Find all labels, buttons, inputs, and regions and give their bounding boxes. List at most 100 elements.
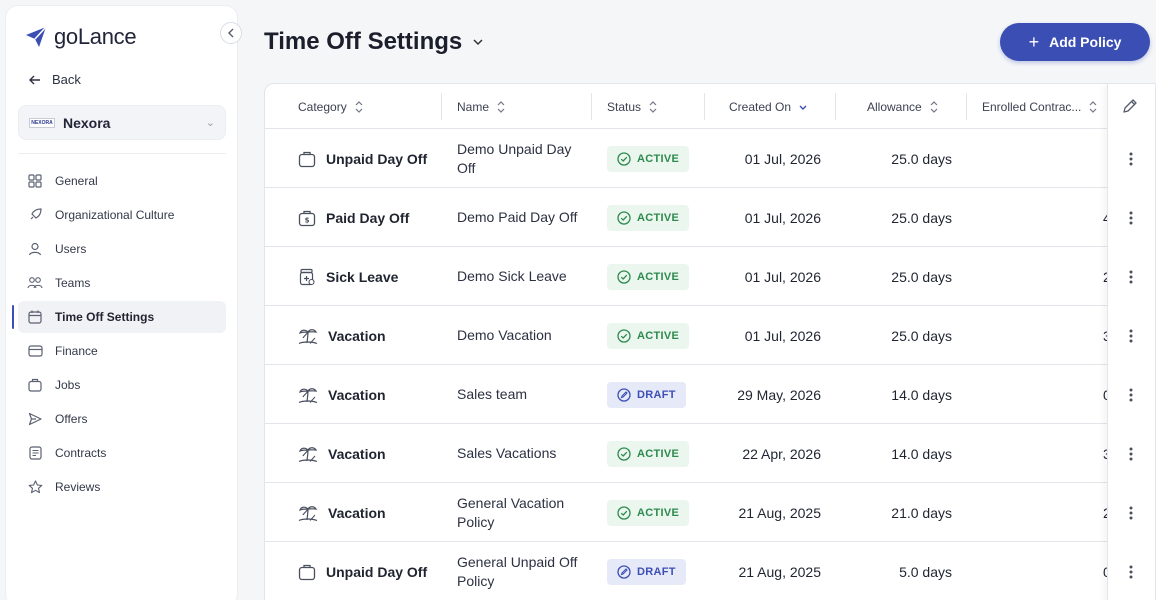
allowance-cell: 25.0 days [891, 150, 952, 167]
created-on-cell: 21 Aug, 2025 [738, 504, 821, 521]
table-header: Category Name Status Created On Allowanc… [265, 84, 1155, 129]
category-label: Unpaid Day Off [326, 563, 428, 580]
category-label: Sick Leave [326, 268, 399, 285]
table-row[interactable]: Vacation Sales team DRAFT 29 May, 2026 14.0 … [265, 365, 1155, 424]
category-cell: Vacation [298, 365, 386, 424]
sidebar-item-label: Time Off Settings [55, 310, 155, 324]
more-options-icon[interactable] [1127, 424, 1135, 483]
sidebar-divider [18, 153, 226, 154]
sort-icon [930, 100, 938, 113]
policy-name-cell: Demo Sick Leave [457, 268, 567, 284]
check-circle-icon [617, 269, 631, 284]
sidebar-item-contracts[interactable]: Contracts [18, 437, 226, 469]
app-logo[interactable]: goLance [24, 24, 137, 50]
table-row[interactable]: Vacation Sales Vacations ACTIVE 22 Apr, 202… [265, 424, 1155, 483]
table-row[interactable]: Vacation Demo Vacation ACTIVE 01 Jul, 2026 2… [265, 306, 1155, 365]
column-header-name[interactable]: Name [457, 84, 505, 129]
sidebar-item-label: Jobs [55, 378, 81, 392]
organization-select[interactable]: NEXORA Nexora ⌄ [18, 105, 226, 140]
policy-name-cell: General Vacation Policy [457, 494, 565, 530]
status-badge: DRAFT [607, 558, 686, 585]
palm-tree-icon [298, 445, 318, 463]
sidebar-item-label: Offers [55, 412, 88, 426]
add-policy-button[interactable]: + Add Policy [1000, 23, 1150, 61]
palm-tree-icon [298, 386, 318, 404]
palm-tree-icon [298, 504, 318, 522]
status-cell: ACTIVE [607, 129, 690, 188]
more-options-icon[interactable] [1127, 306, 1135, 365]
sort-icon [649, 100, 657, 113]
edit-columns-icon[interactable] [1121, 97, 1139, 115]
sidebar-item-label: General [55, 174, 98, 188]
category-cell: $ Paid Day Off [298, 188, 409, 247]
sidebar-item-users[interactable]: Users [18, 233, 226, 265]
more-options-icon[interactable] [1127, 188, 1135, 247]
policy-name-cell: Demo Vacation [457, 327, 552, 343]
status-badge: ACTIVE [607, 263, 690, 290]
status-cell: ACTIVE [607, 424, 690, 483]
table-row[interactable]: Unpaid Day Off General Unpaid Off Policy D… [265, 542, 1155, 600]
more-options-icon[interactable] [1127, 247, 1135, 306]
sidebar-item-offers[interactable]: Offers [18, 403, 226, 435]
created-on-cell: 22 Apr, 2026 [742, 445, 821, 462]
table-row[interactable]: Unpaid Day Off Demo Unpaid Day Off ACTIVE 0… [265, 129, 1155, 188]
sidebar-item-label: Organizational Culture [55, 208, 175, 222]
draft-icon [617, 564, 631, 579]
org-logo: NEXORA [29, 117, 55, 128]
chevron-left-icon [228, 28, 234, 38]
check-circle-icon [617, 151, 631, 166]
sidebar-item-label: Teams [55, 276, 91, 290]
column-header-allowance[interactable]: Allowance [867, 84, 938, 129]
medicine-icon [298, 268, 316, 286]
allowance-cell: 5.0 days [899, 563, 952, 580]
more-options-icon[interactable] [1127, 542, 1135, 600]
briefcase-icon [27, 377, 43, 393]
category-label: Paid Day Off [326, 209, 410, 226]
status-cell: ACTIVE [607, 188, 690, 247]
table-row[interactable]: $ Paid Day Off Demo Paid Day Off ACTIVE 01 J… [265, 188, 1155, 247]
allowance-cell: 14.0 days [891, 445, 952, 462]
sort-icon [1089, 100, 1097, 113]
draft-icon [617, 387, 631, 402]
chevron-down-icon [473, 39, 483, 46]
sidebar-item-teams[interactable]: Teams [18, 267, 226, 299]
document-icon [27, 445, 43, 461]
check-circle-icon [617, 446, 631, 461]
svg-text:$: $ [305, 216, 310, 224]
column-header-enrolled-contracts[interactable]: Enrolled Contrac... [982, 84, 1097, 129]
back-link[interactable]: Back [28, 72, 81, 87]
column-header-category[interactable]: Category [298, 84, 363, 129]
created-on-cell: 01 Jul, 2026 [744, 150, 821, 167]
status-cell: DRAFT [607, 542, 686, 600]
chevron-down-icon: ⌄ [205, 117, 215, 129]
policy-name-cell: Sales team [457, 386, 528, 402]
sort-descending-icon [799, 105, 807, 110]
column-divider [591, 93, 592, 120]
add-policy-label: Add Policy [1049, 34, 1122, 50]
bag-icon [298, 150, 316, 168]
table-row[interactable]: Sick Leave Demo Sick Leave ACTIVE 01 Jul, 2… [265, 247, 1155, 306]
sidebar-item-finance[interactable]: Finance [18, 335, 226, 367]
page-title-text: Time Off Settings [264, 28, 463, 55]
category-cell: Vacation [298, 424, 386, 483]
created-on-cell: 21 Aug, 2025 [738, 563, 821, 580]
palm-tree-icon [298, 327, 318, 345]
column-header-status[interactable]: Status [607, 84, 657, 129]
table-row[interactable]: Vacation General Vacation Policy ACTIVE 21 … [265, 483, 1155, 542]
logo-icon [26, 26, 47, 47]
more-options-icon[interactable] [1127, 365, 1135, 424]
sidebar-item-time-off-settings[interactable]: Time Off Settings [12, 301, 226, 333]
page-title[interactable]: Time Off Settings [264, 28, 484, 56]
more-options-icon[interactable] [1127, 483, 1135, 542]
policy-name-cell: Demo Unpaid Day Off [457, 140, 572, 176]
sidebar: goLance Back NEXORA Nexora ⌄ General Org… [6, 6, 237, 600]
sidebar-item-organizational-culture[interactable]: Organizational Culture [18, 199, 226, 231]
sidebar-item-reviews[interactable]: Reviews [18, 471, 226, 503]
sidebar-item-jobs[interactable]: Jobs [18, 369, 226, 401]
collapse-sidebar-button[interactable] [220, 22, 242, 44]
sidebar-item-general[interactable]: General [18, 165, 226, 197]
more-options-icon[interactable] [1127, 129, 1135, 188]
category-label: Vacation [328, 445, 386, 462]
column-header-created-on[interactable]: Created On [729, 84, 807, 129]
column-divider [704, 93, 705, 120]
